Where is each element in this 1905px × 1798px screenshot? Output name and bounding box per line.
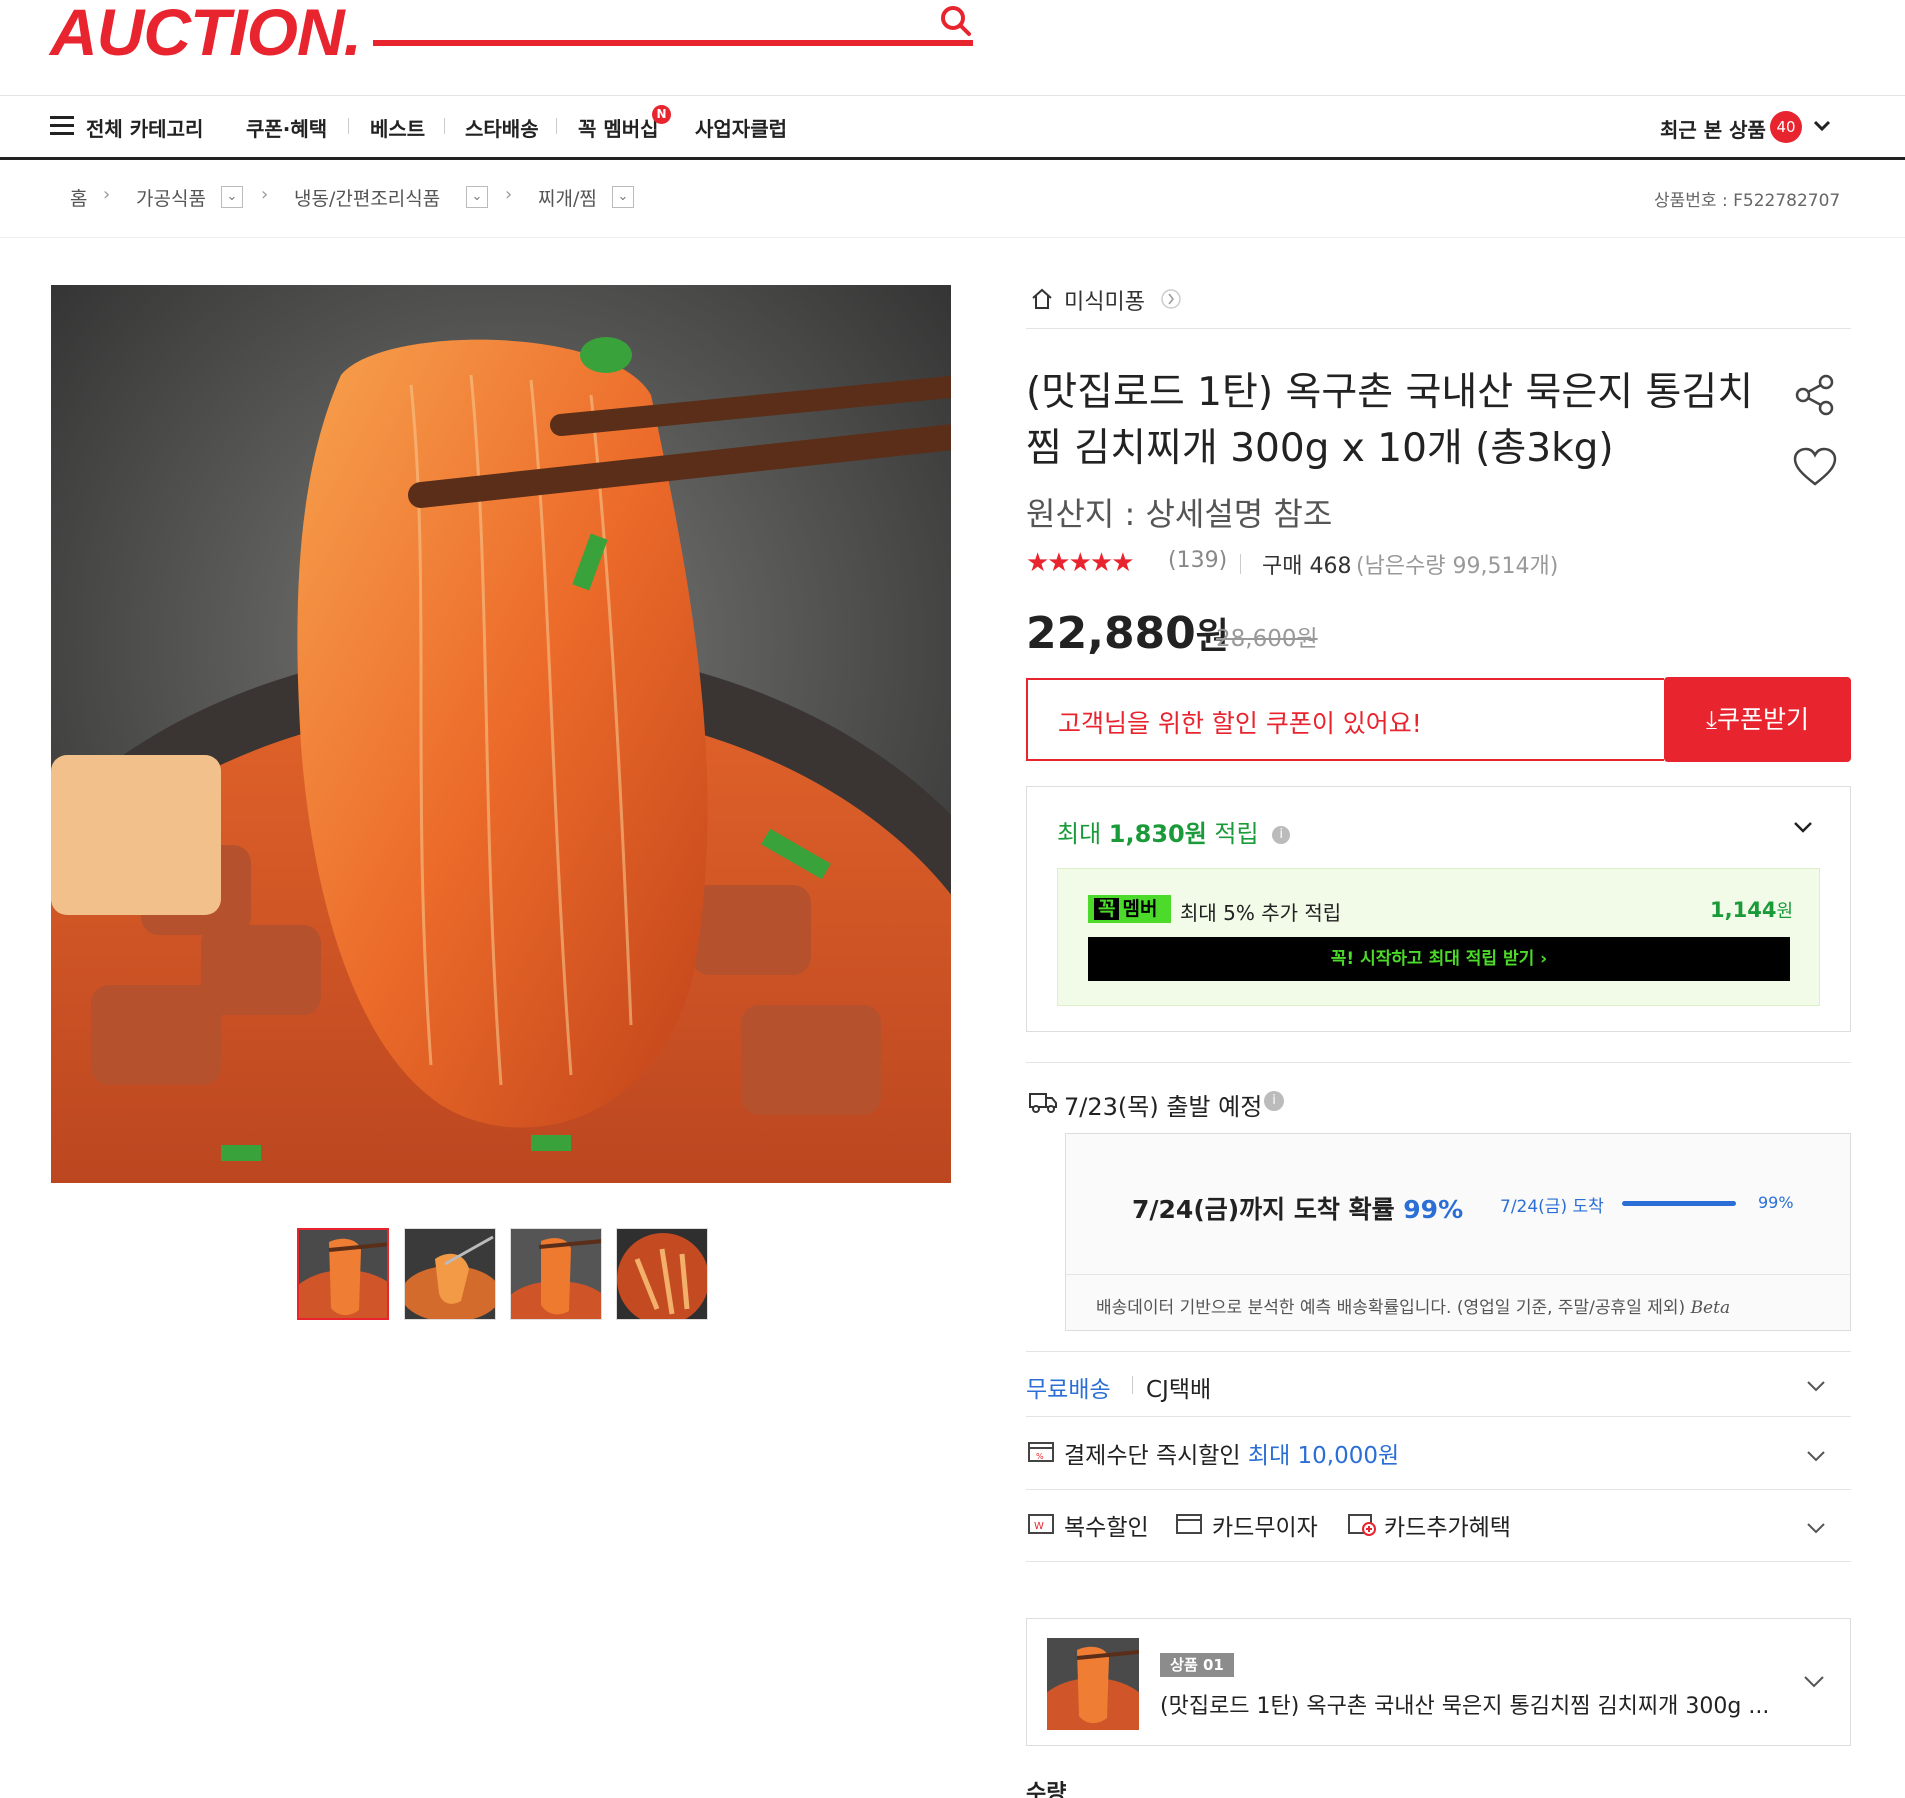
recent-products-label[interactable]: 최근 본 상품 [1660,114,1766,143]
stars-icon: ★★★★★ [1026,548,1135,578]
coupon-download-button[interactable]: ⤓쿠폰받기 [1664,677,1851,762]
card-discount-icon: % [1028,1442,1054,1462]
nav-star-delivery[interactable]: 스타배송 [465,113,539,142]
breadcrumb-processed-food[interactable]: 가공식품 [136,184,206,211]
remaining-stock: (남은수량 99,514개) [1356,554,1559,579]
payment-discount-row[interactable]: % 결제수단 즉시할인 최대 10,000원 [1026,1418,1851,1490]
chevron-down-icon[interactable] [1792,820,1814,836]
all-category-button[interactable]: 전체 카테고리 [86,113,203,142]
chevron-right-icon: › [261,184,269,205]
info-icon[interactable]: i [1264,1091,1284,1111]
shipping-option-row[interactable]: 무료배송 CJ택배 [1026,1351,1851,1417]
download-icon: ⤓ [1705,705,1718,734]
breadcrumb-home[interactable]: 홈 [70,184,87,211]
product-thumbnail[interactable] [404,1228,496,1320]
ship-date: 7/23(목) 출발 예정 [1064,1093,1263,1121]
arrival-date-small: 7/24(금) 도착 [1500,1197,1604,1217]
membership-start-button[interactable]: 꼭! 시작하고 최대 적립 받기 › [1088,937,1790,981]
nav-best[interactable]: 베스트 [370,113,425,142]
chevron-down-icon[interactable]: ⌄ [466,186,488,208]
chevron-down-icon[interactable] [1802,1672,1826,1692]
chevron-down-icon[interactable] [1812,118,1832,134]
nav-divider [444,118,445,134]
svg-text:%: % [1036,1452,1044,1461]
divider [1026,1062,1851,1063]
star-rating[interactable]: ★★★★★ [1026,548,1135,578]
chevron-right-icon: › [103,184,111,205]
card-extra-icon [1348,1514,1376,1536]
arrival-progress-percent: 99% [1758,1193,1794,1212]
divider [1026,328,1851,329]
product-title: (맛집로드 1탄) 옥구촌 국내산 묵은지 통김치찜 김치찌개 300g x 1… [1026,370,1754,471]
card-benefits-row[interactable]: W 복수할인 카드무이자 카드추가혜택 [1026,1490,1851,1562]
chevron-down-icon[interactable]: ⌄ [221,186,243,208]
info-icon[interactable]: i [1272,826,1291,844]
product-main-image[interactable] [51,285,951,1183]
breadcrumb-frozen-food[interactable]: 냉동/간편조리식품 [294,184,440,211]
origin-info: 원산지 : 상세설명 참조 [1026,495,1333,533]
nav-divider [556,118,557,134]
selected-option-box[interactable] [1026,1618,1851,1746]
store-name[interactable]: 미식미퐁 [1064,284,1145,316]
membership-points-amount: 1,144원 [1710,898,1793,922]
menu-icon[interactable] [50,116,74,136]
carrier-label: CJ택배 [1146,1377,1212,1403]
chevron-right-circle-icon[interactable] [1160,288,1182,310]
card-installment-icon [1176,1514,1202,1534]
nav-coupon-benefit[interactable]: 쿠폰·혜택 [246,113,327,142]
nav-business-club[interactable]: 사업자클럽 [695,113,787,142]
arrival-probability: 7/24(금)까지 도착 확률 99% [1132,1195,1464,1224]
divider [1065,1274,1851,1275]
home-icon [1032,288,1052,309]
points-summary[interactable]: 최대 1,830원 적립 i [1057,814,1291,849]
chevron-down-icon[interactable] [1806,1446,1826,1466]
original-price: 28,600원 [1216,626,1318,652]
selected-option-name: (맛집로드 1탄) 옥구촌 국내산 묵은지 통김치찜 김치찌개 300g ... [1160,1694,1770,1719]
new-badge: N [652,105,671,124]
chevron-down-icon[interactable]: ⌄ [612,186,634,208]
arrival-progress-bar [1622,1201,1736,1206]
chevron-down-icon[interactable] [1806,1376,1826,1396]
purchase-count: 구매 468 [1262,554,1352,579]
recent-count-badge: 40 [1770,111,1802,143]
nav-membership[interactable]: 꼭 멤버십 [578,113,659,142]
payment-discount-label: 결제수단 즉시할인 최대 10,000원 [1064,1443,1400,1469]
chevron-right-icon: › [505,184,513,205]
product-thumbnail[interactable] [510,1228,602,1320]
divider [1240,554,1241,574]
breadcrumb [0,162,1905,238]
divider [1132,1376,1133,1394]
svg-text:W: W [1034,1521,1044,1532]
selected-option-thumbnail [1047,1638,1139,1730]
nav-divider [348,118,349,134]
coupon-message: 고객님을 위한 할인 쿠폰이 있어요! [1026,678,1664,761]
share-icon[interactable] [1794,374,1836,416]
product-thumbnail[interactable] [616,1228,708,1320]
chevron-down-icon[interactable] [1806,1518,1826,1538]
search-icon[interactable] [938,2,974,38]
review-count[interactable]: (139) [1168,548,1227,573]
multi-discount-icon: W [1028,1514,1054,1534]
membership-badge: 꼭 멤버 [1088,895,1171,923]
arrival-note: 배송데이터 기반으로 분석한 예측 배송확률입니다. (영업일 기준, 주말/공… [1096,1298,1731,1318]
multi-discount-label: 복수할인 [1064,1515,1149,1541]
card-extra-label: 카드추가혜택 [1384,1515,1511,1541]
option-number-tag: 상품 01 [1160,1653,1234,1677]
card-installment-label: 카드무이자 [1212,1515,1318,1541]
heart-icon[interactable] [1792,447,1838,487]
sale-price: 22,880원 [1026,608,1229,659]
membership-extra-points: 최대 5% 추가 적립 [1180,901,1342,925]
search-input[interactable] [373,40,973,46]
breadcrumb-stew[interactable]: 찌개/찜 [538,184,597,211]
quantity-label: 수량 [1026,1781,1067,1798]
free-shipping-label: 무료배송 [1026,1377,1111,1403]
delivery-truck-icon [1029,1093,1057,1113]
auction-logo[interactable]: AUCTION. [50,0,362,70]
product-thumbnail[interactable] [297,1228,389,1320]
product-number: 상품번호 : F522782707 [1654,191,1841,211]
